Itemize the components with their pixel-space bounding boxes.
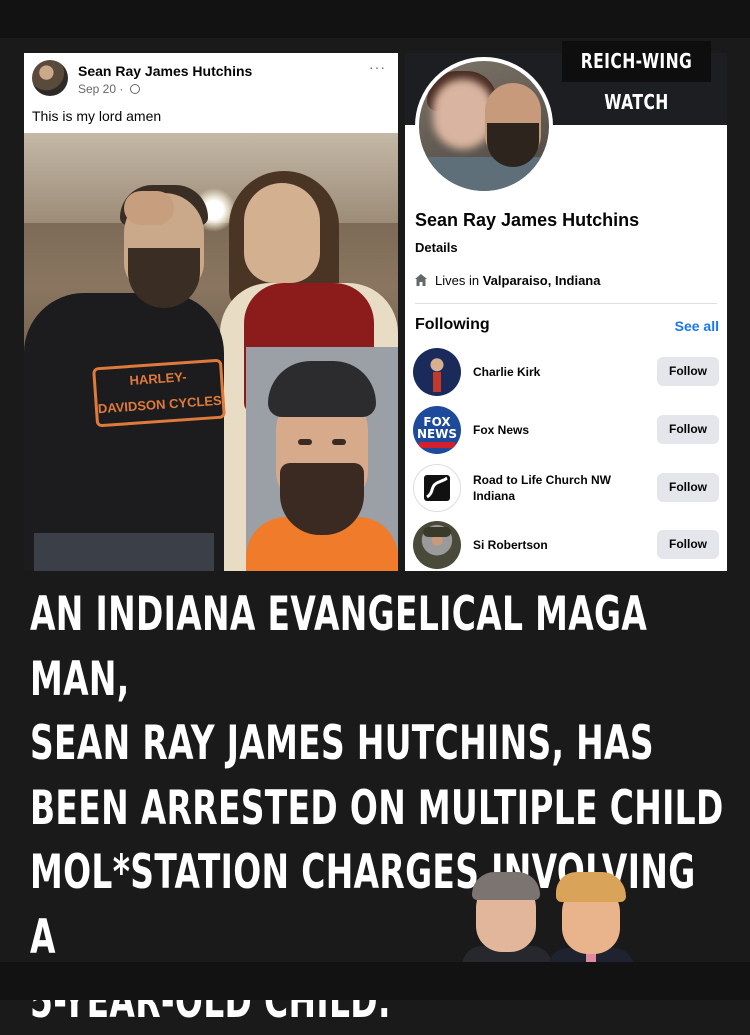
- brand-label: REICH-WING WATCH: [562, 41, 711, 114]
- follow-button[interactable]: Follow: [657, 530, 719, 559]
- inset-man-left-hair: [472, 872, 540, 900]
- road-icon: [424, 475, 450, 501]
- fox-news-logo-text: FOX NEWS: [416, 415, 458, 441]
- post-text: This is my lord amen: [32, 108, 162, 124]
- photo-jeans: [34, 533, 214, 571]
- following-item: Charlie Kirk Follow: [405, 344, 727, 400]
- photo-jesus-head: [244, 183, 320, 283]
- follow-button[interactable]: Follow: [657, 357, 719, 386]
- post-meta-separator: ·: [119, 82, 124, 96]
- inset-photo-two-men: [462, 872, 667, 962]
- globe-icon: [129, 84, 140, 94]
- follow-button[interactable]: Follow: [657, 415, 719, 444]
- fox-news-logo-icon[interactable]: FOX NEWS: [413, 406, 461, 454]
- mugshot-hair: [268, 361, 376, 417]
- following-heading: Following: [415, 316, 490, 333]
- details-heading: Details: [415, 240, 458, 255]
- inset-man-right-hair: [556, 872, 626, 902]
- headline-line: BEEN ARRESTED ON MULTIPLE CHILD: [30, 780, 724, 836]
- divider: [415, 303, 717, 304]
- avatar-shirt: [419, 157, 549, 191]
- profile-name: Sean Ray James Hutchins: [415, 210, 640, 230]
- headline-line: AN INDIANA EVANGELICAL MAGA MAN,: [30, 587, 648, 707]
- home-icon: [415, 274, 427, 286]
- following-name[interactable]: Road to Life Church NW Indiana: [473, 472, 633, 504]
- photo-man-body: [24, 293, 224, 571]
- lives-in-place[interactable]: Valparaiso, Indiana: [483, 273, 601, 288]
- tie-shape: [433, 372, 441, 392]
- avatar-woman-face-blurred: [433, 79, 493, 149]
- mugshot-photo: [246, 347, 398, 571]
- following-name[interactable]: Charlie Kirk: [473, 364, 633, 380]
- following-item: Road to Life Church NW Indiana Follow: [405, 460, 727, 516]
- photo-hand: [124, 191, 174, 225]
- lives-in-row: Lives in Valparaiso, Indiana: [415, 273, 600, 288]
- hat-shape: [423, 527, 451, 537]
- following-name[interactable]: Si Robertson: [473, 537, 633, 553]
- following-name[interactable]: Fox News: [473, 422, 633, 438]
- mugshot-eye: [332, 439, 346, 445]
- mugshot-eye: [298, 439, 312, 445]
- post-date[interactable]: Sep 20: [78, 82, 116, 96]
- bottom-black-band: [0, 962, 750, 1000]
- more-options-icon[interactable]: ···: [369, 59, 386, 75]
- top-black-band: [0, 0, 750, 38]
- follow-button[interactable]: Follow: [657, 473, 719, 502]
- profile-avatar[interactable]: [415, 57, 553, 195]
- road-to-life-logo-icon[interactable]: [413, 464, 461, 512]
- charlie-kirk-avatar-icon[interactable]: [413, 348, 461, 396]
- see-all-link[interactable]: See all: [675, 318, 719, 334]
- following-item: Si Robertson Follow: [405, 517, 727, 571]
- post-author-avatar[interactable]: [32, 60, 68, 96]
- lives-in-prefix: Lives in: [435, 273, 483, 288]
- headline-line: SEAN RAY JAMES HUTCHINS, HAS: [30, 716, 654, 771]
- post-author-name[interactable]: Sean Ray James Hutchins: [78, 63, 252, 79]
- post-meta: Sep 20 ·: [78, 82, 140, 96]
- post-header: Sean Ray James Hutchins Sep 20 · ··· Thi…: [24, 53, 398, 133]
- si-robertson-avatar-icon[interactable]: [413, 521, 461, 569]
- following-item: FOX NEWS Fox News Follow: [405, 402, 727, 458]
- fox-news-logo-bar: [419, 442, 455, 448]
- shirt-logo: HARLEY-DAVIDSON CYCLES: [92, 358, 226, 428]
- facebook-profile-card: Sean Ray James Hutchins Details Lives in…: [405, 53, 727, 571]
